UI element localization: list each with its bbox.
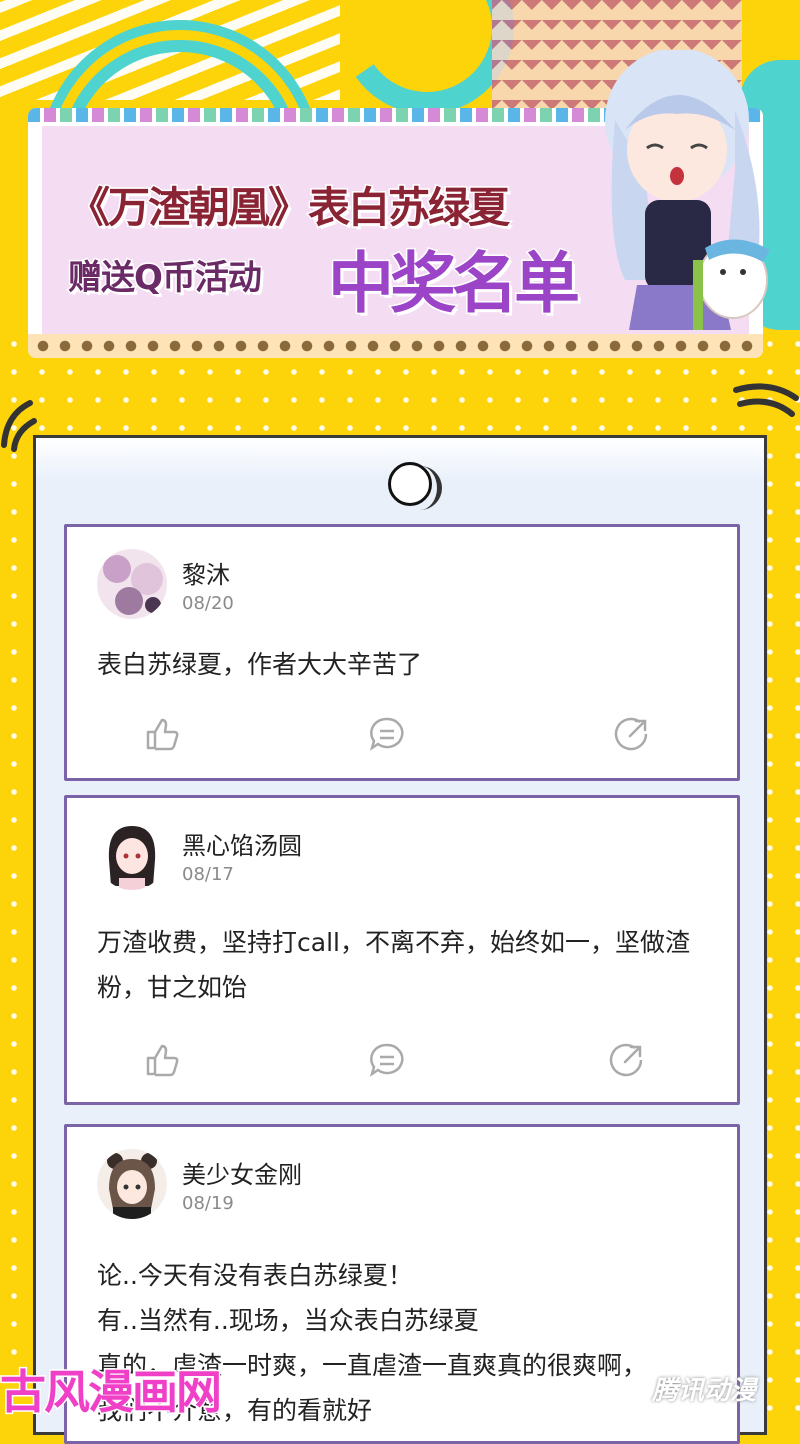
- comment-line: 论..今天有没有表白苏绿夏！: [97, 1261, 413, 1290]
- comment-icon[interactable]: [367, 1040, 407, 1080]
- avatar[interactable]: [97, 1149, 167, 1219]
- pin-hole-icon: [388, 462, 432, 506]
- username[interactable]: 黑心馅汤圆: [182, 826, 302, 861]
- comment-line: 有..当然有..现场，当众表白苏绿夏: [97, 1306, 479, 1335]
- watermark-left: 古风漫画网: [0, 1364, 224, 1421]
- username[interactable]: 黎沐: [182, 555, 230, 590]
- post-date: 08/17: [182, 864, 234, 885]
- post-date: 08/20: [182, 593, 234, 614]
- banner-highlight: 中奖名单: [327, 244, 582, 324]
- share-icon[interactable]: [612, 714, 652, 754]
- avatar[interactable]: [97, 549, 167, 619]
- comment-card: 黑心馅汤圆 08/17 万渣收费，坚持打call，不离不弃，始终如一，坚做渣粉，…: [64, 795, 740, 1105]
- comment-text: 万渣收费，坚持打call，不离不弃，始终如一，坚做渣粉，甘之如饴: [97, 928, 690, 1002]
- username[interactable]: 美少女金刚: [182, 1155, 302, 1190]
- like-icon[interactable]: [142, 714, 182, 754]
- avatar[interactable]: [97, 820, 167, 890]
- banner-subtitle: 赠送Q币活动: [67, 257, 264, 300]
- comment-text: 表白苏绿夏，作者大大辛苦了: [97, 650, 423, 679]
- decorative-curl-right: [733, 383, 799, 417]
- comment-icon[interactable]: [367, 714, 407, 754]
- watermark-right: 腾讯动漫: [652, 1376, 757, 1406]
- share-icon[interactable]: [607, 1040, 647, 1080]
- like-icon[interactable]: [142, 1040, 182, 1080]
- banner-title: 《万渣朝凰》表白苏绿夏: [66, 182, 511, 234]
- comment-card: 黎沐 08/20 表白苏绿夏，作者大大辛苦了: [64, 524, 740, 781]
- character-illustration: [605, 50, 770, 330]
- post-date: 08/19: [182, 1193, 234, 1214]
